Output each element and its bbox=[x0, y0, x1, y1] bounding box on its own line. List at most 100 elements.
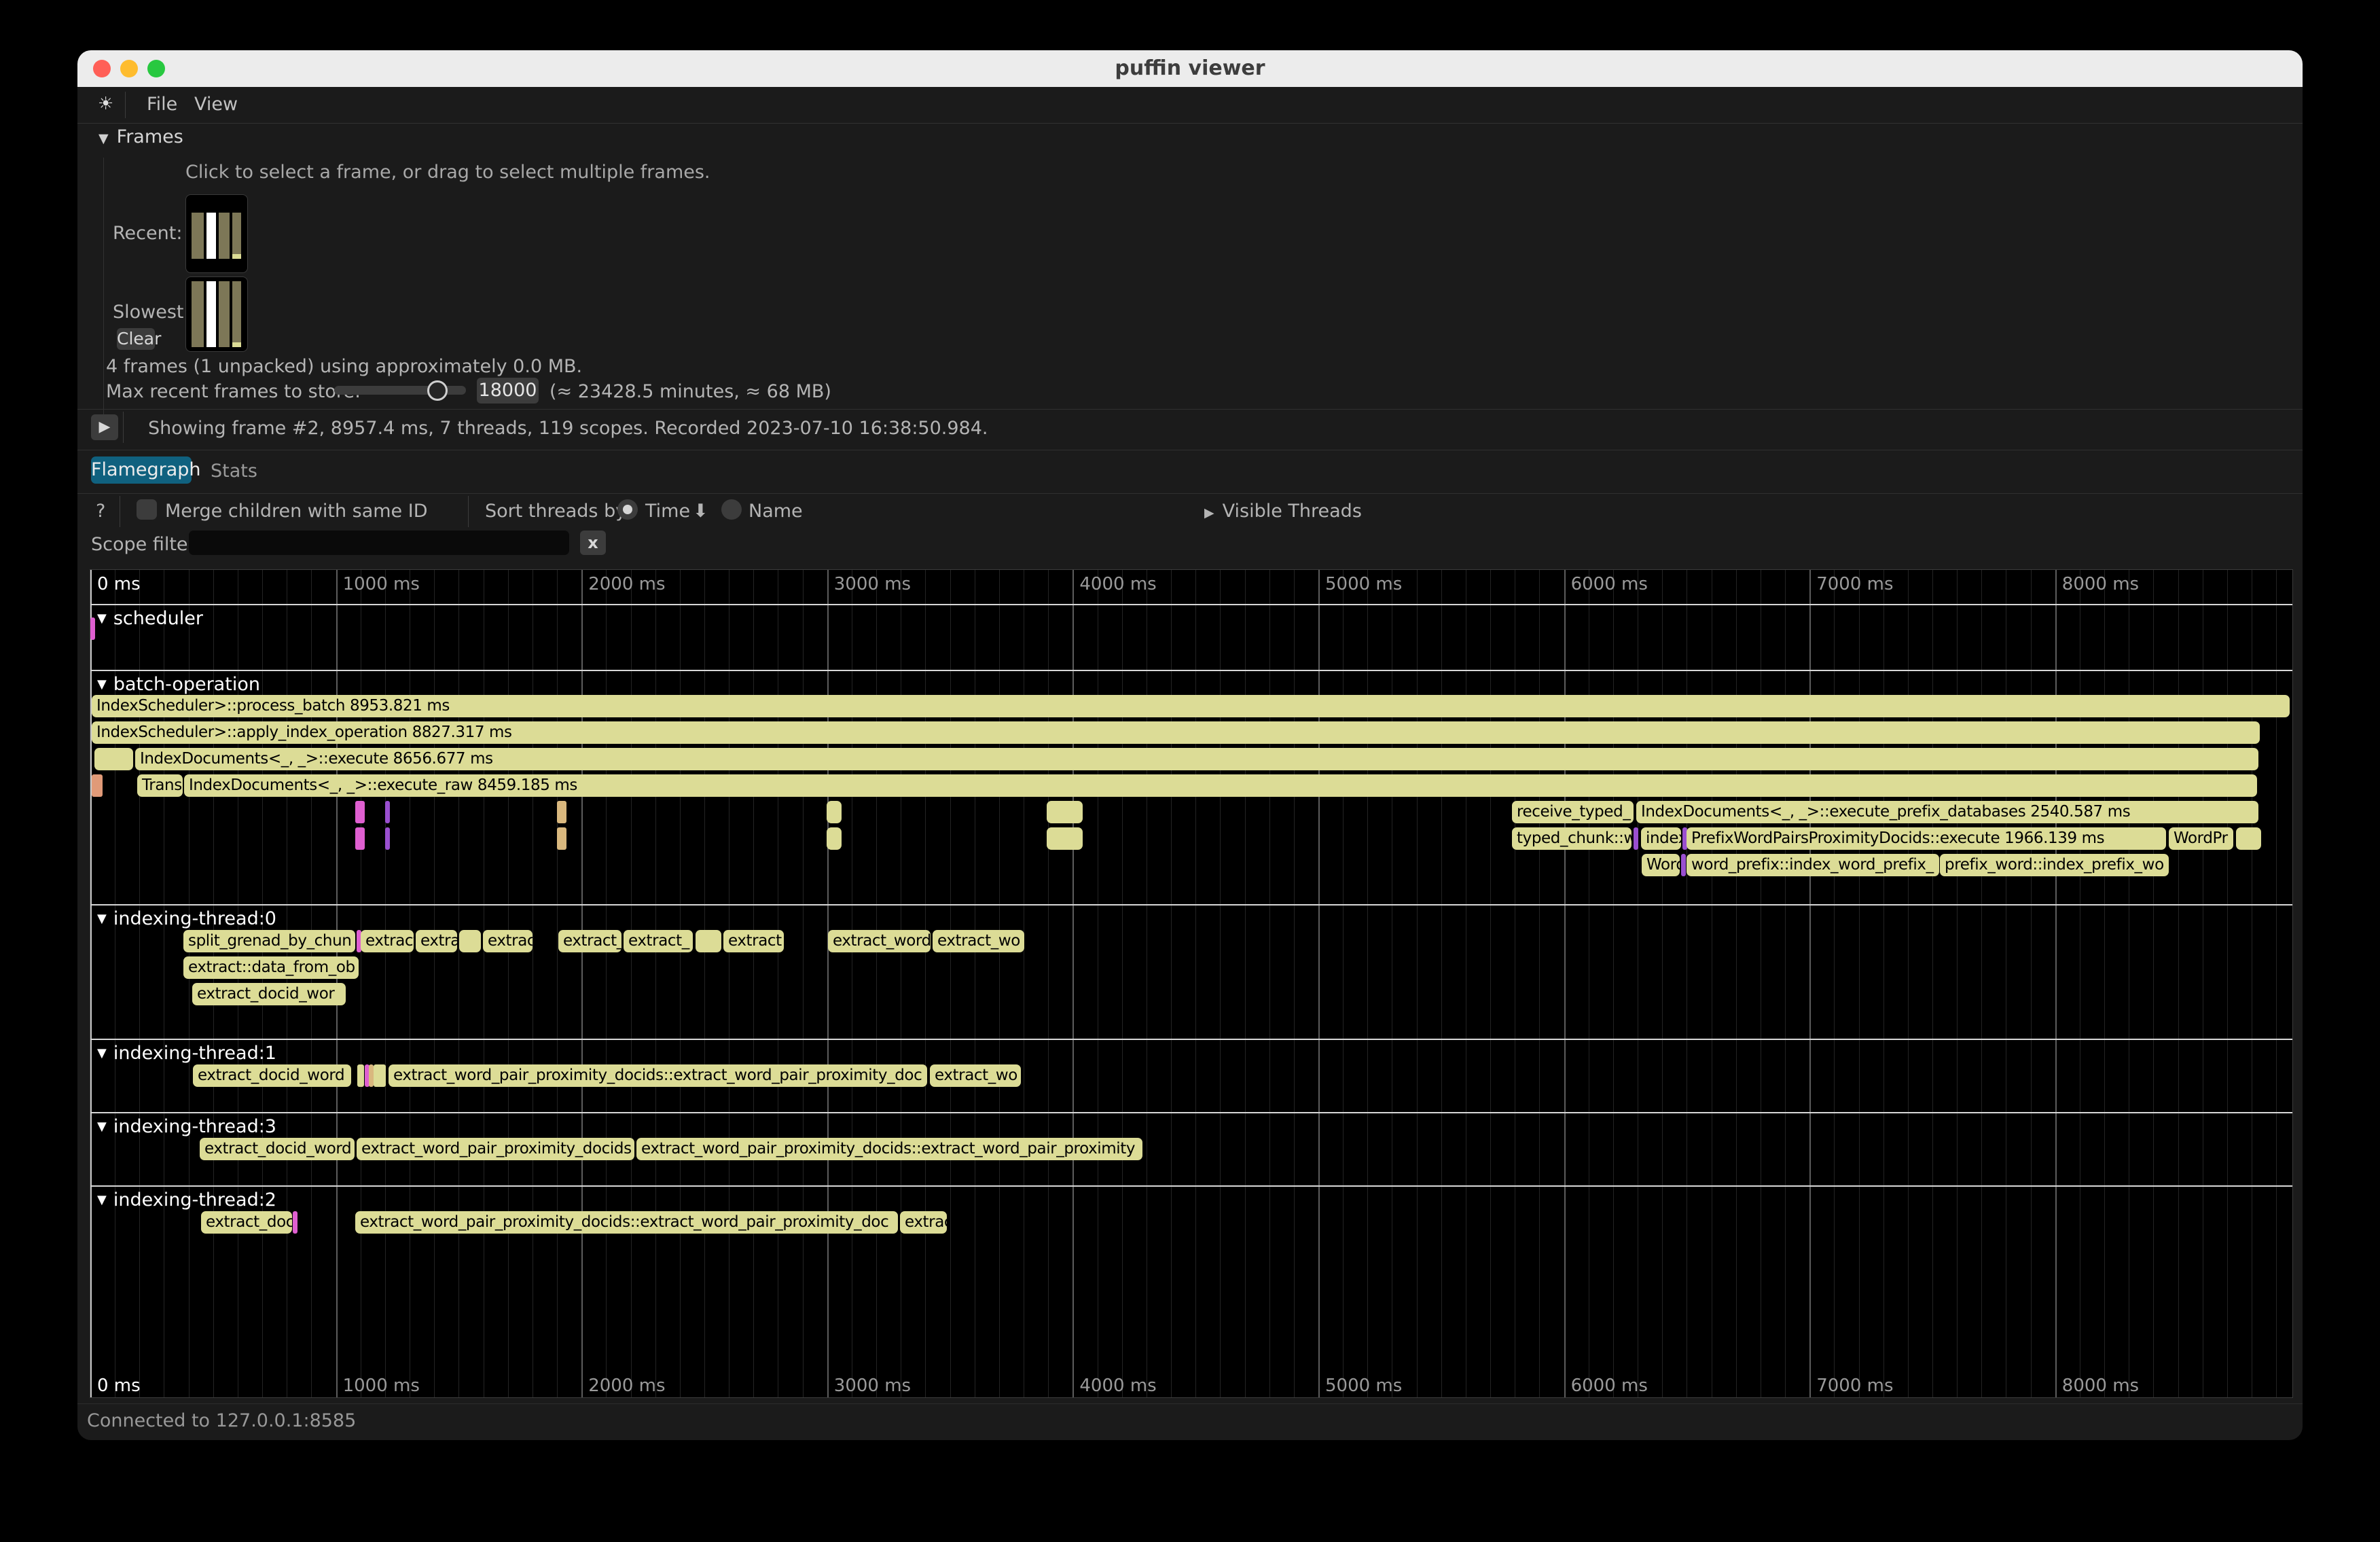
scope-bar[interactable]: IndexDocuments<_, _>::execute_prefix_dat… bbox=[1636, 801, 2258, 823]
clear-button[interactable]: Clear bbox=[117, 328, 155, 350]
thread-header[interactable]: ▼indexing-thread:0 bbox=[97, 908, 276, 929]
scope-bar[interactable] bbox=[385, 801, 390, 823]
scope-bar[interactable]: receive_typed_ bbox=[1512, 801, 1634, 823]
sort-name-radio[interactable] bbox=[721, 499, 742, 520]
scope-bar[interactable]: IndexDocuments<_, _>::execute 8656.677 m… bbox=[135, 748, 2258, 770]
gridline bbox=[680, 570, 681, 1397]
gridline bbox=[1417, 570, 1418, 1397]
frames-header[interactable]: ▼Frames bbox=[98, 126, 183, 147]
slowest-frames-thumbnail[interactable] bbox=[185, 276, 248, 352]
scope-bar[interactable] bbox=[293, 1211, 298, 1234]
frame-thumbnail-bar[interactable] bbox=[192, 281, 204, 347]
scope-bar[interactable]: extract_word bbox=[828, 930, 931, 952]
frame-thumbnail-bar[interactable] bbox=[206, 213, 216, 259]
help-button[interactable]: ? bbox=[96, 501, 105, 522]
scope-bar[interactable]: extract_docid_word bbox=[200, 1138, 355, 1160]
scope-bar[interactable]: extract_word_pair_proximity_docids::extr… bbox=[355, 1211, 898, 1234]
scope-bar[interactable] bbox=[385, 827, 390, 850]
max-frames-value[interactable]: 18000 bbox=[477, 378, 539, 404]
separator bbox=[77, 493, 2303, 494]
scope-bar[interactable]: extract_wo bbox=[933, 930, 1024, 952]
clear-filter-button[interactable]: x bbox=[580, 531, 606, 555]
scope-bar[interactable] bbox=[90, 617, 95, 640]
scope-bar[interactable] bbox=[1047, 801, 1083, 823]
scope-bar[interactable]: extract_word_pair_proximity_docids::extr… bbox=[389, 1064, 927, 1087]
scope-filter-input[interactable] bbox=[189, 531, 569, 555]
scope-bar[interactable]: extract_word_pair_proximity_docids::extr… bbox=[636, 1138, 1142, 1160]
scope-bar[interactable]: word_prefix::index_word_prefix_ bbox=[1687, 854, 1939, 876]
scope-bar[interactable]: extract_word_pair_proximity_docids bbox=[357, 1138, 634, 1160]
visible-threads-label: Visible Threads bbox=[1223, 501, 1362, 522]
scope-bar[interactable]: Trans bbox=[137, 774, 183, 797]
scope-bar[interactable] bbox=[92, 774, 103, 797]
sort-time-label[interactable]: Time bbox=[645, 501, 690, 522]
visible-threads-header[interactable]: ▶Visible Threads bbox=[1204, 501, 1362, 522]
scope-bar[interactable] bbox=[696, 930, 721, 952]
scope-bar[interactable] bbox=[94, 748, 133, 770]
menu-file[interactable]: File bbox=[147, 94, 177, 115]
play-button[interactable]: ▶ bbox=[91, 414, 118, 440]
scope-bar[interactable]: extract_wo bbox=[930, 1064, 1021, 1087]
scope-bar[interactable] bbox=[374, 1064, 386, 1087]
slider-knob[interactable] bbox=[427, 380, 448, 401]
thread-header[interactable]: ▼scheduler bbox=[97, 608, 203, 629]
thread-header[interactable]: ▼indexing-thread:1 bbox=[97, 1043, 276, 1064]
scope-bar[interactable]: extract_doc bbox=[201, 1211, 292, 1234]
scope-bar[interactable]: PrefixWordPairsProximityDocids::execute … bbox=[1687, 827, 2166, 850]
frame-thumbnail-bar[interactable] bbox=[192, 213, 204, 259]
scope-bar[interactable] bbox=[357, 1064, 364, 1087]
scope-bar[interactable]: split_grenad_by_chun bbox=[183, 930, 355, 952]
recent-frames-thumbnail[interactable] bbox=[185, 194, 248, 273]
sort-time-radio[interactable] bbox=[617, 499, 638, 520]
scope-bar[interactable] bbox=[557, 801, 566, 823]
flamegraph-canvas[interactable]: 0 ms0 ms1000 ms1000 ms2000 ms2000 ms3000… bbox=[90, 569, 2293, 1398]
scope-bar[interactable]: IndexScheduler>::apply_index_operation 8… bbox=[92, 721, 2260, 744]
ruler-tick: 8000 ms bbox=[2062, 1376, 2139, 1396]
scope-bar[interactable] bbox=[827, 801, 842, 823]
scope-bar[interactable]: typed_chunk::w bbox=[1512, 827, 1631, 850]
scope-bar[interactable]: extract::data_from_ob bbox=[183, 956, 359, 979]
gridline bbox=[385, 570, 386, 1397]
scope-bar[interactable] bbox=[1681, 854, 1686, 876]
merge-children-label: Merge children with same ID bbox=[165, 501, 428, 522]
frame-thumbnail-bar[interactable] bbox=[219, 281, 230, 347]
thread-header[interactable]: ▼indexing-thread:2 bbox=[97, 1189, 276, 1211]
scope-bar[interactable]: extract_docid_word bbox=[193, 1064, 351, 1087]
thread-header[interactable]: ▼indexing-thread:3 bbox=[97, 1116, 276, 1137]
scope-bar[interactable]: prefix_word::index_prefix_wo bbox=[1940, 854, 2169, 876]
tab-flamegraph[interactable]: Flamegraph bbox=[91, 456, 192, 484]
scope-bar[interactable] bbox=[369, 1064, 374, 1087]
scope-bar[interactable]: extract_ bbox=[624, 930, 693, 952]
sort-name-label[interactable]: Name bbox=[749, 501, 803, 522]
menu-view[interactable]: View bbox=[194, 94, 238, 115]
scope-bar[interactable] bbox=[557, 827, 566, 850]
frame-thumbnail-bar[interactable] bbox=[232, 213, 241, 259]
scope-bar[interactable] bbox=[355, 801, 365, 823]
scope-bar[interactable] bbox=[1634, 827, 1638, 850]
frame-thumbnail-bar[interactable] bbox=[232, 281, 241, 347]
scope-bar[interactable]: extract_docid_wor bbox=[192, 983, 346, 1005]
scope-bar[interactable] bbox=[459, 930, 481, 952]
thread-header[interactable]: ▼batch-operation bbox=[97, 674, 260, 695]
scope-bar[interactable]: extrac bbox=[483, 930, 533, 952]
scope-bar[interactable]: extract bbox=[361, 930, 414, 952]
scope-bar[interactable]: extract bbox=[723, 930, 784, 952]
scope-bar[interactable] bbox=[1047, 827, 1083, 850]
scope-bar[interactable]: WordPr bbox=[2169, 827, 2233, 850]
scope-bar[interactable]: extract_ bbox=[558, 930, 621, 952]
scope-bar[interactable] bbox=[2236, 827, 2261, 850]
frame-thumbnail-bar[interactable] bbox=[219, 213, 230, 259]
scope-bar[interactable]: extra bbox=[416, 930, 457, 952]
scope-bar[interactable]: IndexDocuments<_, _>::execute_raw 8459.1… bbox=[184, 774, 2257, 797]
scope-bar[interactable]: Word bbox=[1642, 854, 1680, 876]
scope-bar[interactable]: extrac bbox=[900, 1211, 947, 1234]
theme-toggle-icon[interactable]: ☀ bbox=[98, 94, 113, 114]
merge-children-checkbox[interactable] bbox=[137, 499, 157, 520]
gridline bbox=[1809, 570, 1811, 1397]
scope-bar[interactable]: IndexScheduler>::process_batch 8953.821 … bbox=[92, 695, 2290, 717]
frame-thumbnail-bar[interactable] bbox=[206, 281, 216, 347]
scope-bar[interactable]: index bbox=[1641, 827, 1681, 850]
scope-bar[interactable] bbox=[827, 827, 842, 850]
scope-bar[interactable] bbox=[355, 827, 365, 850]
tab-stats[interactable]: Stats bbox=[211, 461, 257, 482]
